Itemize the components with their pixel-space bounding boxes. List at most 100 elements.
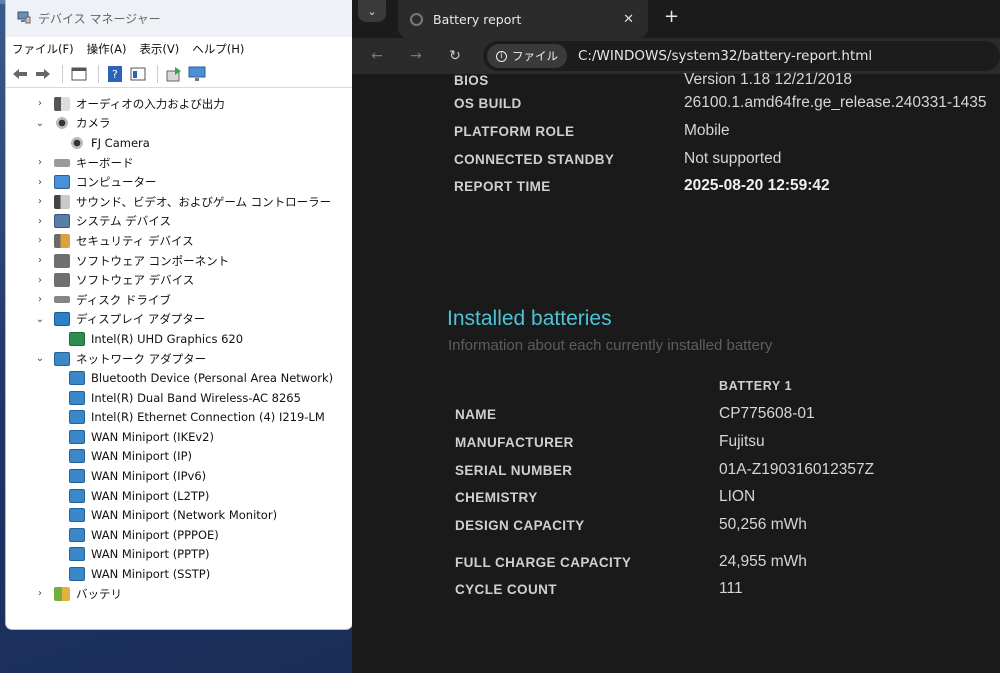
tree-device[interactable]: WAN Miniport (L2TP) bbox=[6, 486, 352, 506]
chevron-right-icon[interactable]: › bbox=[34, 177, 46, 188]
system-info-value: 26100.1.amd64fre.ge_release.240331-1435 bbox=[684, 94, 987, 111]
chevron-right-icon[interactable]: › bbox=[34, 157, 46, 168]
new-tab-plus-icon[interactable]: + bbox=[664, 6, 679, 27]
tree-item-label: Intel(R) Ethernet Connection (4) I219-LM bbox=[91, 410, 325, 425]
network-icon bbox=[69, 469, 85, 484]
chevron-down-icon[interactable]: ⌄ bbox=[34, 353, 46, 364]
tree-item-label: バッテリ bbox=[76, 586, 122, 601]
file-scheme-chip[interactable]: i ファイル bbox=[487, 44, 567, 68]
tree-category[interactable]: › キーボード bbox=[6, 153, 352, 173]
back-arrow-icon[interactable] bbox=[10, 64, 30, 84]
battery-info-key: FULL CHARGE CAPACITY bbox=[455, 554, 632, 570]
battery-info-key: CYCLE COUNT bbox=[455, 581, 557, 597]
menu-action[interactable]: 操作(A) bbox=[87, 41, 127, 57]
chevron-right-icon[interactable]: › bbox=[34, 294, 46, 305]
battery-info-value: CP775608-01 bbox=[719, 405, 815, 422]
battery-icon bbox=[54, 586, 70, 601]
battery-info-key: SERIAL NUMBER bbox=[455, 462, 573, 478]
tree-device[interactable]: WAN Miniport (Network Monitor) bbox=[6, 505, 352, 525]
tab-battery-report[interactable]: Battery report ✕ bbox=[398, 0, 648, 38]
chevron-down-icon[interactable]: ⌄ bbox=[34, 314, 46, 325]
tree-category[interactable]: › ディスク ドライブ bbox=[6, 290, 352, 310]
system-icon bbox=[54, 214, 70, 229]
tree-category[interactable]: › コンピューター bbox=[6, 172, 352, 192]
device-manager-icon bbox=[16, 9, 32, 28]
properties-icon[interactable] bbox=[69, 64, 89, 84]
tree-category[interactable]: ⌄ ネットワーク アダプター bbox=[6, 349, 352, 369]
file-scheme-label: ファイル bbox=[512, 49, 558, 63]
battery-info-row: NAME CP775608-01 bbox=[455, 404, 815, 424]
close-tab-icon[interactable]: ✕ bbox=[623, 12, 634, 27]
battery-report-page: BIOS Version 1.18 12/21/2018 OS BUILD 26100… bbox=[352, 71, 1000, 673]
tree-category[interactable]: › ソフトウェア デバイス bbox=[6, 270, 352, 290]
tab-search-chevron-icon[interactable]: ⌄ bbox=[358, 0, 386, 22]
chevron-right-icon[interactable]: › bbox=[34, 588, 46, 599]
tree-device[interactable]: WAN Miniport (IKEv2) bbox=[6, 427, 352, 447]
tree-category[interactable]: ⌄ カメラ bbox=[6, 114, 352, 134]
tree-item-label: ネットワーク アダプター bbox=[76, 351, 207, 366]
system-info-row: REPORT TIME 2025-08-20 12:59:42 bbox=[454, 176, 830, 196]
network-icon bbox=[69, 371, 85, 386]
menu-view[interactable]: 表示(V) bbox=[139, 41, 179, 57]
battery-info-value: Fujitsu bbox=[719, 433, 765, 450]
battery-info-key: DESIGN CAPACITY bbox=[455, 517, 585, 533]
title-bar[interactable]: デバイス マネージャー bbox=[6, 0, 352, 37]
network-icon bbox=[69, 567, 85, 582]
battery-info-key: CHEMISTRY bbox=[455, 489, 538, 505]
battery-info-row: MANUFACTURER Fujitsu bbox=[455, 432, 765, 452]
system-info-value: Mobile bbox=[684, 122, 730, 139]
menu-bar: ファイル(F) 操作(A) 表示(V) ヘルプ(H) bbox=[6, 37, 352, 61]
tree-device[interactable]: Bluetooth Device (Personal Area Network) bbox=[6, 368, 352, 388]
battery-info-row: CYCLE COUNT 111 bbox=[455, 579, 743, 599]
tree-item-label: ディスプレイ アダプター bbox=[76, 312, 206, 327]
update-driver-icon[interactable] bbox=[164, 64, 184, 84]
view-icon[interactable] bbox=[128, 64, 148, 84]
chevron-right-icon[interactable]: › bbox=[34, 196, 46, 207]
system-info-key: CONNECTED STANDBY bbox=[454, 151, 615, 167]
tree-category[interactable]: ⌄ ディスプレイ アダプター bbox=[6, 310, 352, 330]
tree-device[interactable]: Intel(R) Dual Band Wireless-AC 8265 bbox=[6, 388, 352, 408]
battery-info-key: NAME bbox=[455, 406, 497, 422]
tree-category[interactable]: › オーディオの入力および出力 bbox=[6, 94, 352, 114]
camera-icon bbox=[54, 116, 70, 131]
tree-device[interactable]: Intel(R) Ethernet Connection (4) I219-LM bbox=[6, 408, 352, 428]
tree-device[interactable]: WAN Miniport (IP) bbox=[6, 447, 352, 467]
system-info-row: BIOS Version 1.18 12/21/2018 bbox=[454, 70, 852, 90]
help-icon[interactable]: ? bbox=[105, 64, 125, 84]
tree-category[interactable]: › ソフトウェア コンポーネント bbox=[6, 251, 352, 271]
menu-help[interactable]: ヘルプ(H) bbox=[192, 41, 244, 57]
tree-device[interactable]: WAN Miniport (IPv6) bbox=[6, 466, 352, 486]
tree-item-label: キーボード bbox=[76, 155, 134, 170]
tree-device[interactable]: FJ Camera bbox=[6, 133, 352, 153]
tree-category[interactable]: › サウンド、ビデオ、およびゲーム コントローラー bbox=[6, 192, 352, 212]
chevron-right-icon[interactable]: › bbox=[34, 235, 46, 246]
tree-device[interactable]: WAN Miniport (PPPOE) bbox=[6, 525, 352, 545]
back-icon[interactable]: ← bbox=[366, 45, 388, 67]
tree-item-label: ソフトウェア デバイス bbox=[76, 273, 195, 288]
tree-device[interactable]: WAN Miniport (SSTP) bbox=[6, 564, 352, 584]
reload-icon[interactable]: ↻ bbox=[444, 45, 466, 67]
scan-monitor-icon[interactable] bbox=[187, 64, 207, 84]
disk-icon bbox=[54, 296, 70, 304]
battery-info-row: CHEMISTRY LION bbox=[455, 487, 755, 507]
tree-device[interactable]: Intel(R) UHD Graphics 620 bbox=[6, 329, 352, 349]
tree-category[interactable]: › システム デバイス bbox=[6, 212, 352, 232]
forward-arrow-icon[interactable] bbox=[33, 64, 53, 84]
device-manager-window: デバイス マネージャー ファイル(F) 操作(A) 表示(V) ヘルプ(H) ?… bbox=[5, 0, 353, 630]
tree-category[interactable]: › バッテリ bbox=[6, 584, 352, 604]
battery-info-row: FULL CHARGE CAPACITY 24,955 mWh bbox=[455, 552, 807, 572]
tree-category[interactable]: › セキュリティ デバイス bbox=[6, 231, 352, 251]
chevron-down-icon[interactable]: ⌄ bbox=[34, 118, 46, 129]
tree-device[interactable]: WAN Miniport (PPTP) bbox=[6, 545, 352, 565]
chevron-right-icon[interactable]: › bbox=[34, 98, 46, 109]
address-bar[interactable]: i ファイル C:/WINDOWS/system32/battery-repor… bbox=[483, 41, 1000, 71]
toolbar-divider bbox=[98, 65, 99, 83]
menu-file[interactable]: ファイル(F) bbox=[12, 41, 74, 57]
forward-icon[interactable]: → bbox=[405, 45, 427, 67]
network-icon bbox=[69, 449, 85, 464]
chevron-right-icon[interactable]: › bbox=[34, 275, 46, 286]
toolbar: ? bbox=[6, 61, 352, 88]
chevron-right-icon[interactable]: › bbox=[34, 255, 46, 266]
toolbar-divider bbox=[62, 65, 63, 83]
chevron-right-icon[interactable]: › bbox=[34, 216, 46, 227]
